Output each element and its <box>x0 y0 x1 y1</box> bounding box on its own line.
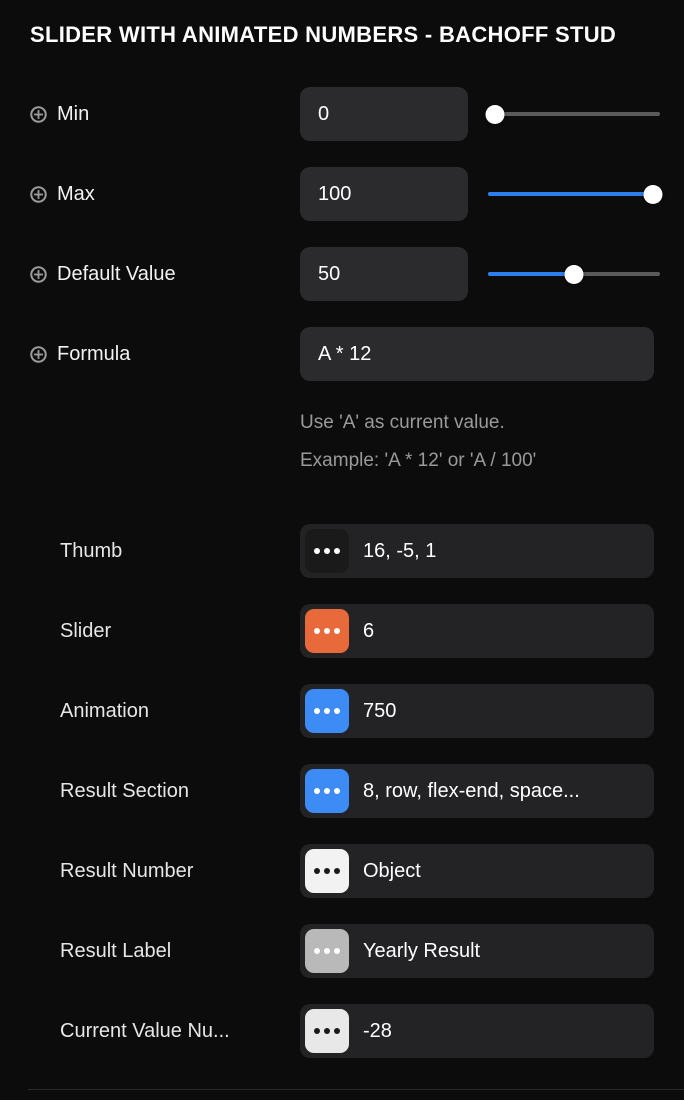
style-row-result-label: Result Label Yearly Result <box>0 924 684 978</box>
property-label-formula-group: Formula <box>0 343 300 366</box>
style-value: Yearly Result <box>363 939 481 962</box>
style-row-thumb: Thumb 16, -5, 1 <box>0 524 684 578</box>
style-label: Current Value Nu... <box>60 1019 230 1042</box>
ellipsis-badge-icon[interactable] <box>305 849 349 893</box>
property-label: Default Value <box>57 262 176 285</box>
property-label-default-value-group: Default Value <box>0 263 300 286</box>
style-value: 750 <box>363 699 397 722</box>
property-row-min: Min 0 <box>0 87 684 141</box>
style-label-group: Slider <box>0 620 300 643</box>
ellipsis-badge-icon[interactable] <box>305 689 349 733</box>
property-label: Min <box>57 102 90 125</box>
style-label-group: Current Value Nu... <box>0 1020 300 1043</box>
style-label: Result Label <box>60 939 172 962</box>
style-label: Slider <box>60 619 112 642</box>
style-row-current-value-number: Current Value Nu... -28 <box>0 1004 684 1058</box>
property-label: Max <box>57 182 95 205</box>
style-label-group: Result Section <box>0 780 300 803</box>
style-label-group: Result Number <box>0 860 300 883</box>
style-label-group: Animation <box>0 700 300 723</box>
style-field-animation[interactable]: 750 <box>300 684 654 738</box>
min-slider[interactable] <box>485 102 660 126</box>
property-row-formula: Formula A * 12 <box>0 327 684 381</box>
style-row-result-number: Result Number Object <box>0 844 684 898</box>
property-label-min-group: Min <box>0 103 300 126</box>
ellipsis-badge-icon[interactable] <box>305 609 349 653</box>
default-value-slider[interactable] <box>488 262 660 286</box>
style-value: 16, -5, 1 <box>363 539 437 562</box>
min-input[interactable]: 0 <box>300 87 468 141</box>
slider-thumb[interactable] <box>643 184 663 204</box>
style-row-animation: Animation 750 <box>0 684 684 738</box>
formula-helper-line-2: Example: 'A * 12' or 'A / 100' <box>300 450 537 471</box>
style-value: 6 <box>363 619 375 642</box>
style-label-group: Result Label <box>0 940 300 963</box>
default-value-input[interactable]: 50 <box>300 247 468 301</box>
style-label: Result Section <box>60 779 189 802</box>
bottom-divider <box>28 1089 684 1090</box>
style-row-result-section: Result Section 8, row, flex-end, space..… <box>0 764 684 818</box>
style-label: Thumb <box>60 539 123 562</box>
slider-fill <box>488 272 574 276</box>
plus-circle-icon[interactable] <box>30 185 47 203</box>
max-slider[interactable] <box>488 182 663 206</box>
ellipsis-badge-icon[interactable] <box>305 929 349 973</box>
style-field-slider[interactable]: 6 <box>300 604 654 658</box>
style-label: Animation <box>60 699 149 722</box>
max-input[interactable]: 100 <box>300 167 468 221</box>
style-value: -28 <box>363 1019 392 1042</box>
style-value: 8, row, flex-end, space... <box>363 779 580 802</box>
style-label-group: Thumb <box>0 540 300 563</box>
formula-input[interactable]: A * 12 <box>300 327 654 381</box>
slider-thumb[interactable] <box>485 104 505 124</box>
properties-panel: SLIDER WITH ANIMATED NUMBERS - BACHOFF S… <box>0 0 684 1100</box>
ellipsis-badge-icon[interactable] <box>305 1009 349 1053</box>
style-field-thumb[interactable]: 16, -5, 1 <box>300 524 654 578</box>
style-field-result-section[interactable]: 8, row, flex-end, space... <box>300 764 654 818</box>
slider-fill <box>488 192 654 196</box>
slider-thumb[interactable] <box>564 264 584 284</box>
plus-circle-icon[interactable] <box>30 105 47 123</box>
plus-circle-icon[interactable] <box>30 345 47 363</box>
style-value: Object <box>363 859 421 882</box>
page-title: SLIDER WITH ANIMATED NUMBERS - BACHOFF S… <box>30 22 617 47</box>
style-field-result-label[interactable]: Yearly Result <box>300 924 654 978</box>
property-row-default-value: Default Value 50 <box>0 247 684 301</box>
property-label: Formula <box>57 342 131 365</box>
plus-circle-icon[interactable] <box>30 265 47 283</box>
ellipsis-badge-icon[interactable] <box>305 769 349 813</box>
style-row-slider: Slider 6 <box>0 604 684 658</box>
slider-track <box>488 112 660 116</box>
style-field-result-number[interactable]: Object <box>300 844 654 898</box>
property-row-max: Max 100 <box>0 167 684 221</box>
style-label: Result Number <box>60 859 194 882</box>
ellipsis-badge-icon[interactable] <box>305 529 349 573</box>
property-label-max-group: Max <box>0 183 300 206</box>
formula-helper-line-1: Use 'A' as current value. <box>300 412 505 433</box>
style-field-current-value-number[interactable]: -28 <box>300 1004 654 1058</box>
